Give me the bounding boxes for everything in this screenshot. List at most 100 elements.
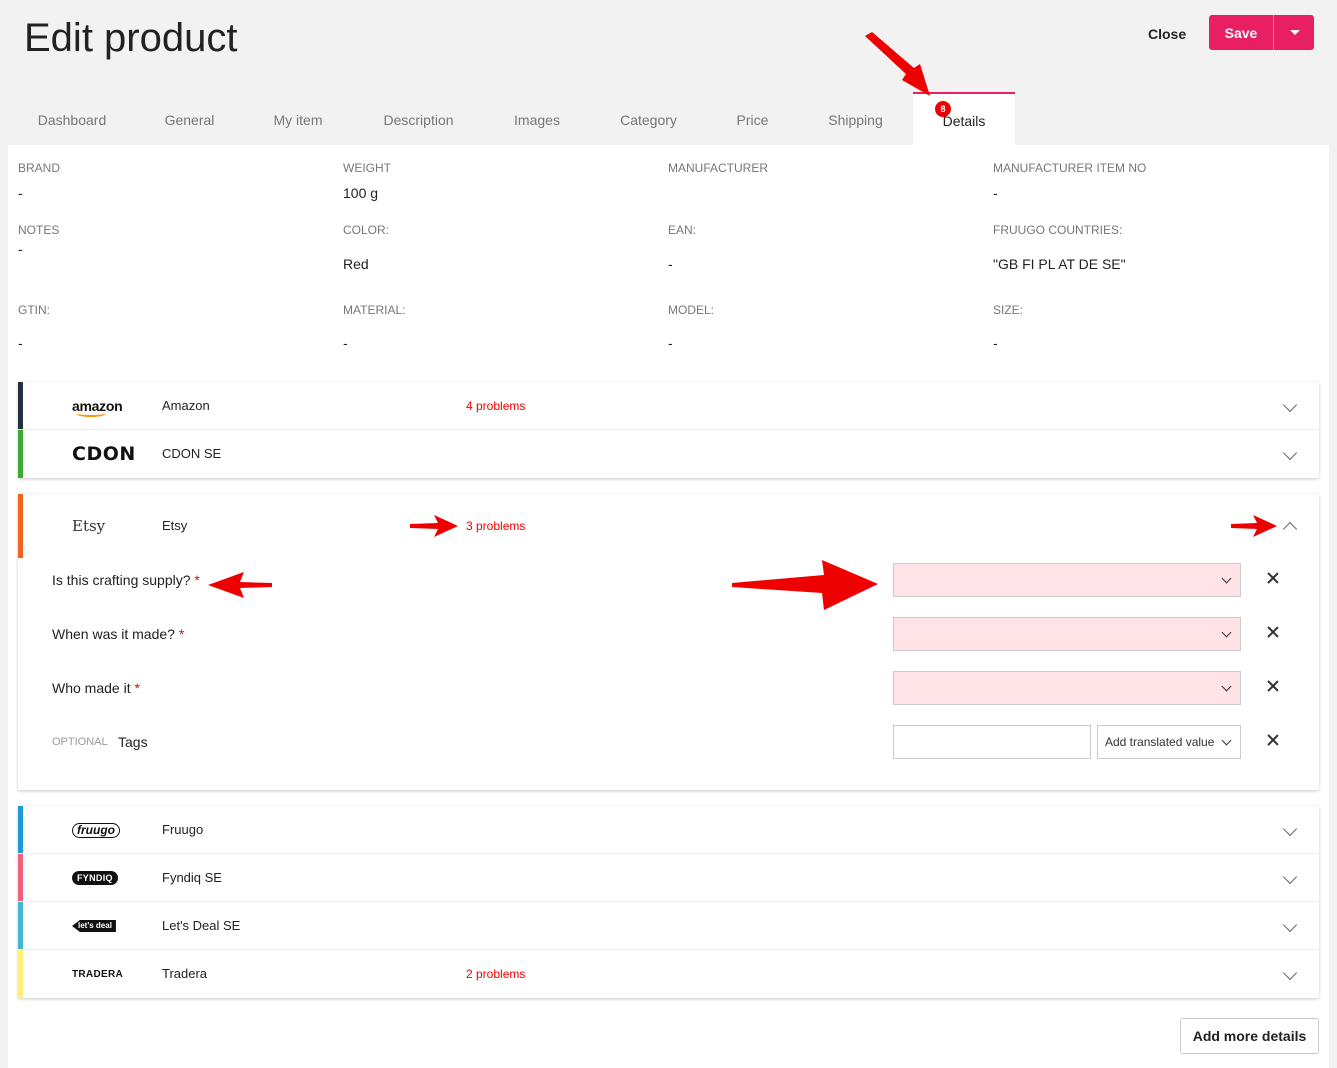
save-button[interactable]: Save	[1209, 15, 1273, 50]
attribute-material: MATERIAL: -	[343, 303, 663, 351]
attribute-grid: BRAND - WEIGHT 100 g MANUFACTURER MANUFA…	[8, 145, 1329, 370]
marketplace-row-etsy[interactable]: Etsy Etsy 3 problems	[18, 494, 1319, 558]
letsdeal-logo: let's deal	[72, 902, 116, 950]
page-title: Edit product	[24, 16, 238, 60]
problems-link[interactable]: 4 problems	[466, 382, 525, 430]
annotation-arrow-icon	[1231, 515, 1277, 537]
marketplace-name: CDON SE	[162, 446, 222, 461]
required-marker: *	[178, 626, 185, 642]
save-options-dropdown[interactable]	[1273, 15, 1314, 50]
clear-icon[interactable]	[1265, 678, 1281, 694]
marketplace-row-fyndiq[interactable]: FYNDIQ Fyndiq SE	[18, 854, 1319, 902]
marketplace-name: Let's Deal SE	[162, 918, 241, 933]
attribute-model: MODEL: -	[668, 303, 988, 351]
chevron-down-icon[interactable]	[1282, 397, 1298, 413]
save-button-group: Save	[1209, 15, 1314, 50]
details-panel: BRAND - WEIGHT 100 g MANUFACTURER MANUFA…	[8, 145, 1329, 1068]
marketplace-name: Etsy	[162, 518, 188, 533]
clear-icon[interactable]	[1265, 624, 1281, 640]
attribute-label: MODEL:	[668, 303, 715, 317]
tab-details-label: Details	[942, 112, 986, 129]
tab-images[interactable]: Images	[484, 92, 590, 145]
marketplace-color-bar	[18, 950, 23, 998]
attribute-label: MANUFACTURER ITEM NO	[993, 161, 1147, 175]
crafting-supply-select[interactable]	[893, 563, 1241, 597]
translated-value-select[interactable]: Add translated value	[1097, 725, 1241, 759]
optional-label: OPTIONAL	[52, 736, 108, 748]
annotation-arrow-icon	[732, 560, 878, 610]
problems-link[interactable]: 2 problems	[466, 950, 525, 998]
attribute-label: MANUFACTURER	[668, 161, 769, 175]
attribute-ean: EAN: -	[668, 223, 988, 272]
tab-price[interactable]: Price	[707, 92, 798, 145]
annotation-arrow-icon	[410, 515, 458, 537]
field-label: When was it made? *	[52, 626, 185, 642]
attribute-value: 100 g	[343, 185, 379, 201]
attribute-label: MATERIAL:	[343, 303, 406, 317]
marketplace-row-tradera[interactable]: TRADERA Tradera 2 problems	[18, 950, 1319, 998]
attribute-value: -	[668, 256, 673, 272]
tradera-logo: TRADERA	[72, 968, 123, 980]
marketplace-color-bar	[18, 430, 23, 478]
chevron-down-icon[interactable]	[1282, 965, 1298, 981]
marketplace-color-bar	[18, 854, 23, 901]
marketplace-name: Fyndiq SE	[162, 870, 222, 885]
marketplace-color-bar	[18, 902, 23, 949]
marketplace-name: Tradera	[162, 966, 208, 981]
problems-link[interactable]: 3 problems	[466, 494, 525, 558]
tags-label: Tags	[118, 734, 148, 750]
tab-category[interactable]: Category	[590, 92, 707, 145]
clear-icon[interactable]	[1265, 732, 1281, 748]
required-marker: *	[194, 572, 200, 588]
marketplace-row-fruugo[interactable]: fruugo Fruugo	[18, 806, 1319, 854]
annotation-arrow-icon	[865, 32, 930, 96]
amazon-logo: amazon	[72, 398, 123, 417]
tab-general[interactable]: General	[136, 92, 243, 145]
tab-my-item[interactable]: My item	[243, 92, 353, 145]
fruugo-logo: fruugo	[72, 806, 120, 854]
annotation-arrow-icon	[208, 572, 272, 598]
field-row-tags: OPTIONAL Tags Add translated value	[18, 725, 1319, 759]
attribute-manufacturer-item-no: MANUFACTURER ITEM NO -	[993, 161, 1313, 201]
field-label: Who made it *	[52, 680, 140, 696]
attribute-color: COLOR: Red	[343, 223, 663, 272]
attribute-brand: BRAND -	[18, 161, 338, 201]
marketplace-row-letsdeal[interactable]: let's deal Let's Deal SE	[18, 902, 1319, 950]
tab-description[interactable]: Description	[353, 92, 484, 145]
marketplace-name: Amazon	[162, 398, 210, 413]
attribute-value: -	[993, 185, 998, 201]
field-row-when-made: When was it made? *	[18, 617, 1319, 651]
attribute-label: SIZE:	[993, 303, 1024, 317]
attribute-notes: NOTES -	[18, 223, 338, 257]
attribute-value: -	[18, 241, 23, 257]
attribute-size: SIZE: -	[993, 303, 1313, 351]
attribute-label: BRAND	[18, 161, 61, 175]
marketplace-name: Fruugo	[162, 822, 204, 837]
tags-input[interactable]	[893, 725, 1091, 759]
marketplace-row-amazon[interactable]: amazon Amazon 4 problems	[18, 382, 1319, 430]
attribute-value: -	[18, 335, 23, 351]
chevron-down-icon[interactable]	[1282, 445, 1298, 461]
tab-dashboard[interactable]: Dashboard	[8, 92, 136, 145]
chevron-down-icon[interactable]	[1282, 917, 1298, 933]
attribute-label: FRUUGO COUNTRIES:	[993, 223, 1123, 237]
etsy-logo: Etsy	[72, 517, 106, 535]
attribute-label: WEIGHT	[343, 161, 391, 175]
chevron-up-icon[interactable]	[1282, 521, 1298, 537]
chevron-down-icon[interactable]	[1282, 821, 1298, 837]
attribute-value: -	[18, 185, 23, 201]
attribute-fruugo-countries: FRUUGO COUNTRIES: "GB FI PL AT DE SE"	[993, 223, 1313, 272]
field-row-who-made: Who made it *	[18, 671, 1319, 705]
clear-icon[interactable]	[1265, 570, 1281, 586]
when-made-select[interactable]	[893, 617, 1241, 651]
cdon-logo: CDON	[72, 443, 136, 465]
attribute-value: -	[343, 335, 348, 351]
close-button[interactable]: Close	[1140, 22, 1194, 46]
attribute-label: NOTES	[18, 223, 60, 237]
attribute-label: EAN:	[668, 223, 697, 237]
marketplace-list-bottom: fruugo Fruugo FYNDIQ Fyndiq SE let's dea…	[18, 806, 1319, 998]
chevron-down-icon[interactable]	[1282, 869, 1298, 885]
add-more-details-button[interactable]: Add more details	[1180, 1018, 1319, 1054]
marketplace-row-cdon[interactable]: CDON CDON SE	[18, 430, 1319, 478]
who-made-select[interactable]	[893, 671, 1241, 705]
